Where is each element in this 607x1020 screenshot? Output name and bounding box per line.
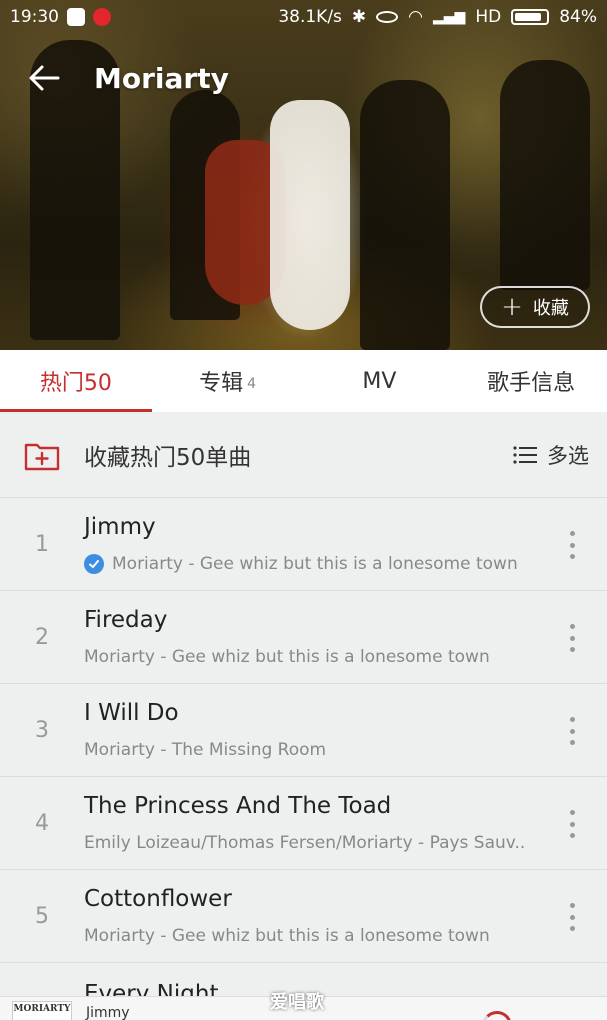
tab-mv[interactable]: MV bbox=[304, 350, 456, 412]
tab-label: 专辑 bbox=[199, 371, 244, 396]
more-vertical-icon[interactable] bbox=[567, 717, 577, 745]
song-index: 1 bbox=[35, 532, 49, 557]
singer-dress bbox=[270, 100, 350, 330]
song-row[interactable]: 4 The Princess And The Toad Emily Loizea… bbox=[0, 777, 607, 870]
tab-hot50[interactable]: 热门50 bbox=[0, 350, 152, 412]
song-meta: Moriarty - Gee whiz but this is a loneso… bbox=[84, 554, 518, 574]
song-meta-text: Moriarty - Gee whiz but this is a loneso… bbox=[112, 554, 518, 574]
song-meta-text: Moriarty - Gee whiz but this is a loneso… bbox=[84, 647, 490, 667]
add-folder-icon bbox=[24, 443, 60, 470]
bluetooth-icon: ✱ bbox=[351, 7, 367, 27]
collect-button-label: 收藏 bbox=[532, 298, 569, 319]
song-index: 5 bbox=[35, 904, 49, 929]
album-cover-thumbnail: MORIARTY bbox=[12, 1001, 72, 1020]
tab-albums[interactable]: 专辑 4 bbox=[152, 350, 304, 412]
song-meta: Moriarty - The Missing Room bbox=[84, 740, 326, 760]
multi-select-button[interactable]: 多选 bbox=[513, 440, 589, 470]
song-row[interactable]: 5 Cottonflower Moriarty - Gee whiz but t… bbox=[0, 870, 607, 963]
song-title: The Princess And The Toad bbox=[84, 793, 392, 819]
wifi-icon: ◠ bbox=[408, 7, 424, 27]
collect-button[interactable]: + 收藏 bbox=[480, 286, 590, 328]
song-index: 4 bbox=[35, 811, 49, 836]
song-meta: Moriarty - Gee whiz but this is a loneso… bbox=[84, 647, 490, 667]
song-title: I Will Do bbox=[84, 700, 179, 726]
song-title: Jimmy bbox=[84, 514, 156, 540]
song-meta-text: Emily Loizeau/Thomas Fersen/Moriarty - P… bbox=[84, 833, 524, 853]
netease-music-icon bbox=[93, 8, 111, 26]
status-time: 19:30 bbox=[10, 7, 59, 27]
more-vertical-icon[interactable] bbox=[567, 903, 577, 931]
watermark: 爱唱歌 bbox=[270, 992, 324, 1013]
more-vertical-icon[interactable] bbox=[567, 624, 577, 652]
list-icon bbox=[513, 445, 537, 464]
tab-label: MV bbox=[362, 368, 397, 394]
more-vertical-icon[interactable] bbox=[567, 531, 577, 559]
multi-select-label: 多选 bbox=[547, 443, 589, 468]
song-meta: Emily Loizeau/Thomas Fersen/Moriarty - P… bbox=[84, 833, 524, 853]
verified-check-icon bbox=[84, 554, 104, 574]
song-title: Cottonflower bbox=[84, 886, 232, 912]
collect-hot-label: 收藏热门50单曲 bbox=[84, 444, 252, 471]
qq-icon bbox=[67, 8, 85, 26]
tab-label: 热门50 bbox=[39, 371, 112, 396]
song-row[interactable]: 1 Jimmy Moriarty - Gee whiz but this is … bbox=[0, 498, 607, 591]
battery-percent: 84% bbox=[559, 7, 597, 27]
song-meta-text: Moriarty - The Missing Room bbox=[84, 740, 327, 760]
song-row[interactable]: 2 Fireday Moriarty - Gee whiz but this i… bbox=[0, 591, 607, 684]
song-title: Fireday bbox=[84, 607, 168, 633]
collect-hot-row[interactable]: 收藏热门50单曲 多选 bbox=[0, 412, 607, 498]
band-member-silhouette bbox=[360, 80, 450, 350]
plus-icon: + bbox=[501, 292, 523, 322]
battery-icon bbox=[511, 9, 550, 25]
song-meta-text: Moriarty - Gee whiz but this is a loneso… bbox=[84, 926, 490, 946]
song-meta: Moriarty - Gee whiz but this is a loneso… bbox=[84, 926, 490, 946]
tab-bar: 热门50 专辑 4 MV 歌手信息 bbox=[0, 350, 607, 412]
network-type: HD bbox=[475, 7, 502, 27]
more-vertical-icon[interactable] bbox=[567, 810, 577, 838]
signal-icon: ▂▄▆ bbox=[433, 9, 466, 25]
band-member-silhouette bbox=[500, 60, 590, 290]
song-row[interactable]: 3 I Will Do Moriarty - The Missing Room bbox=[0, 684, 607, 777]
tab-label: 歌手信息 bbox=[487, 371, 576, 396]
top-bar: Moriarty bbox=[0, 48, 229, 108]
page-title: Moriarty bbox=[94, 61, 229, 95]
song-index: 3 bbox=[35, 718, 49, 743]
status-bar: 19:30 38.1K/s ✱ ◠ ▂▄▆ HD 84% bbox=[0, 0, 607, 34]
now-playing-title: Jimmy bbox=[86, 1005, 130, 1020]
play-progress-icon[interactable] bbox=[482, 1011, 512, 1020]
tab-artist-info[interactable]: 歌手信息 bbox=[455, 350, 607, 412]
tab-count: 4 bbox=[247, 376, 257, 392]
artist-cover-image: 19:30 38.1K/s ✱ ◠ ▂▄▆ HD 84% Moriarty + … bbox=[0, 0, 607, 350]
song-index: 2 bbox=[35, 625, 49, 650]
network-speed: 38.1K/s bbox=[278, 7, 342, 27]
back-arrow-icon[interactable] bbox=[24, 58, 64, 98]
eye-icon bbox=[376, 11, 399, 23]
